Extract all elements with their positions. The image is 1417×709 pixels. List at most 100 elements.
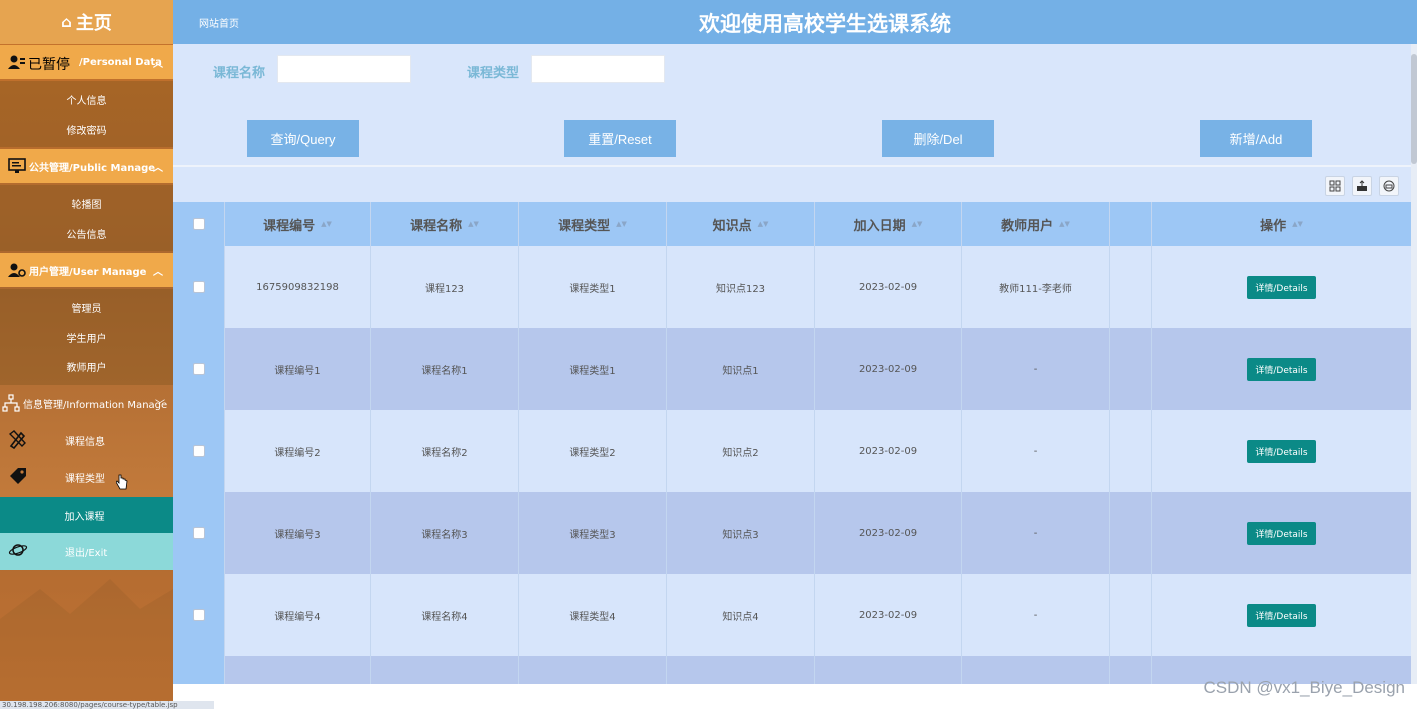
row-checkbox[interactable] bbox=[192, 363, 205, 375]
grid-toggle-icon[interactable] bbox=[1325, 176, 1345, 196]
table-cell-blank bbox=[1110, 410, 1152, 492]
status-url: 30.198.198.206:8080/pages/course-type/ta… bbox=[0, 701, 214, 709]
column-header-label: 课程类型 bbox=[558, 218, 611, 234]
actions-cell: 详情/Details bbox=[1152, 492, 1411, 574]
sort-icon: ▲▼ bbox=[321, 220, 332, 228]
column-header-label: 课程名称 bbox=[410, 218, 463, 234]
sort-icon: ▲▼ bbox=[616, 220, 627, 228]
cell-value: - bbox=[1033, 527, 1038, 539]
sidebar-item-teachers[interactable]: 教师用户 bbox=[0, 351, 173, 381]
sidebar-item-label: 公告信息 bbox=[66, 229, 107, 241]
row-checkbox[interactable] bbox=[192, 281, 205, 293]
cell-value: 课程类型1 bbox=[569, 283, 616, 295]
table-cell: - bbox=[962, 574, 1110, 656]
details-button[interactable]: 详情/Details bbox=[1247, 357, 1316, 381]
table-cell: 2023-02-09 bbox=[815, 574, 962, 656]
select-all-cell bbox=[173, 202, 225, 246]
sidebar-group-label: 公共管理/Public Manage bbox=[29, 162, 156, 174]
table-cell: 知识点2 bbox=[667, 410, 815, 492]
cell-value: 2023-02-09 bbox=[858, 445, 918, 457]
sidebar-item-join-course[interactable]: 加入课程 bbox=[0, 497, 173, 533]
sidebar-item-change-password[interactable]: 修改密码 bbox=[0, 114, 173, 144]
column-header[interactable]: 课程编号 ▲▼ bbox=[225, 202, 371, 246]
table-cell bbox=[519, 656, 667, 686]
user-gear-icon bbox=[8, 261, 26, 279]
table-cell: 课程类型2 bbox=[519, 410, 667, 492]
sidebar-item-announcements[interactable]: 公告信息 bbox=[0, 218, 173, 248]
cell-value: 课程编号3 bbox=[274, 529, 321, 541]
sidebar-item-label: 课程类型 bbox=[65, 473, 105, 485]
course-name-input[interactable] bbox=[277, 55, 411, 83]
column-header-label: 加入日期 bbox=[853, 218, 906, 234]
table-cell: 2023-02-09 bbox=[815, 492, 962, 574]
cell-value: - bbox=[1033, 363, 1038, 375]
sort-icon: ▲▼ bbox=[1292, 220, 1303, 228]
row-checkbox[interactable] bbox=[192, 609, 205, 621]
table-cell: 知识点4 bbox=[667, 574, 815, 656]
sidebar-item-personal-info[interactable]: 个人信息 bbox=[0, 84, 173, 114]
table-cell: - bbox=[962, 410, 1110, 492]
course-type-label: 课程类型 bbox=[467, 66, 520, 81]
column-header[interactable]: 教师用户 ▲▼ bbox=[962, 202, 1110, 246]
sidebar-item-students[interactable]: 学生用户 bbox=[0, 322, 173, 352]
sidebar-item-course-type[interactable]: 课程类型 bbox=[0, 461, 173, 493]
sidebar-item-carousel[interactable]: 轮播图 bbox=[0, 188, 173, 218]
row-checkbox[interactable] bbox=[192, 527, 205, 539]
add-button[interactable]: 新增/Add bbox=[1200, 120, 1312, 157]
column-header[interactable]: 知识点 ▲▼ bbox=[667, 202, 815, 246]
column-header[interactable]: 课程名称 ▲▼ bbox=[371, 202, 519, 246]
details-button[interactable]: 详情/Details bbox=[1247, 439, 1316, 463]
cell-value: 知识点2 bbox=[722, 447, 759, 459]
table-cell bbox=[962, 656, 1110, 686]
sidebar-group-users[interactable]: 用户管理/User Manage ︿ bbox=[0, 253, 173, 287]
sidebar-home[interactable]: ⌂ 主页 bbox=[0, 0, 173, 44]
column-header[interactable]: 操作 ▲▼ bbox=[1152, 202, 1411, 246]
cell-value: - bbox=[1033, 609, 1038, 621]
paused-overlay-text: 已暂停 bbox=[28, 57, 70, 73]
cell-value: 课程名称2 bbox=[421, 447, 468, 459]
table-cell-blank bbox=[1110, 574, 1152, 656]
sort-icon: ▲▼ bbox=[1059, 220, 1070, 228]
sidebar-item-admin[interactable]: 管理员 bbox=[0, 292, 173, 322]
hand-cursor-icon bbox=[116, 474, 128, 490]
details-button[interactable]: 详情/Details bbox=[1247, 275, 1316, 299]
tag-icon bbox=[8, 466, 28, 489]
table-cell: 知识点1 bbox=[667, 328, 815, 410]
column-header[interactable]: 加入日期 ▲▼ bbox=[815, 202, 962, 246]
sidebar-home-label: 主页 bbox=[75, 13, 112, 34]
table-cell: 1675909832198 bbox=[225, 246, 371, 328]
cell-value: 课程编号2 bbox=[274, 447, 321, 459]
print-icon[interactable] bbox=[1379, 176, 1399, 196]
table-cell: 课程类型1 bbox=[519, 246, 667, 328]
sidebar-group-personal[interactable]: /Personal Data ︿ bbox=[0, 45, 173, 79]
sidebar-item-exit[interactable]: 退出/Exit bbox=[0, 533, 173, 570]
main-content: 网站首页 欢迎使用高校学生选课系统 课程名称 课程类型 查询/Query 重置/… bbox=[173, 0, 1417, 709]
details-button[interactable]: 详情/Details bbox=[1247, 521, 1316, 545]
table-cell-blank bbox=[1110, 492, 1152, 574]
sidebar-item-label: 修改密码 bbox=[66, 125, 107, 137]
sidebar-group-public[interactable]: 公共管理/Public Manage ︿ bbox=[0, 149, 173, 183]
vertical-scrollbar[interactable] bbox=[1411, 44, 1417, 684]
course-type-input[interactable] bbox=[531, 55, 665, 83]
row-checkbox[interactable] bbox=[192, 445, 205, 457]
sidebar-group-label: 用户管理/User Manage bbox=[29, 266, 147, 278]
export-icon[interactable] bbox=[1352, 176, 1372, 196]
table-cell: 课程编号1 bbox=[225, 328, 371, 410]
column-header[interactable]: 课程类型 ▲▼ bbox=[519, 202, 667, 246]
table-cell: 课程名称3 bbox=[371, 492, 519, 574]
reset-button[interactable]: 重置/Reset bbox=[564, 120, 676, 157]
table-row: 课程编号2 课程名称2 课程类型2 知识点2 2023-02-09 - 详情/Details bbox=[173, 410, 1411, 492]
table-cell: 课程编号2 bbox=[225, 410, 371, 492]
scrollbar-thumb[interactable] bbox=[1411, 54, 1417, 164]
sidebar-item-course-info[interactable]: 课程信息 bbox=[0, 424, 173, 456]
column-header-label: 课程编号 bbox=[263, 218, 316, 234]
query-button[interactable]: 查询/Query bbox=[247, 120, 359, 157]
details-button[interactable]: 详情/Details bbox=[1247, 603, 1316, 627]
row-checkbox-cell bbox=[173, 410, 225, 492]
sidebar-group-info[interactable]: 信息管理/Information Manage ﹀ bbox=[0, 386, 173, 420]
table-row: 课程编号3 课程名称3 课程类型3 知识点3 2023-02-09 - 详情/Details bbox=[173, 492, 1411, 574]
select-all-checkbox[interactable] bbox=[192, 218, 205, 230]
cell-value: 知识点123 bbox=[715, 283, 766, 295]
delete-button[interactable]: 删除/Del bbox=[882, 120, 994, 157]
table-cell: 课程名称4 bbox=[371, 574, 519, 656]
